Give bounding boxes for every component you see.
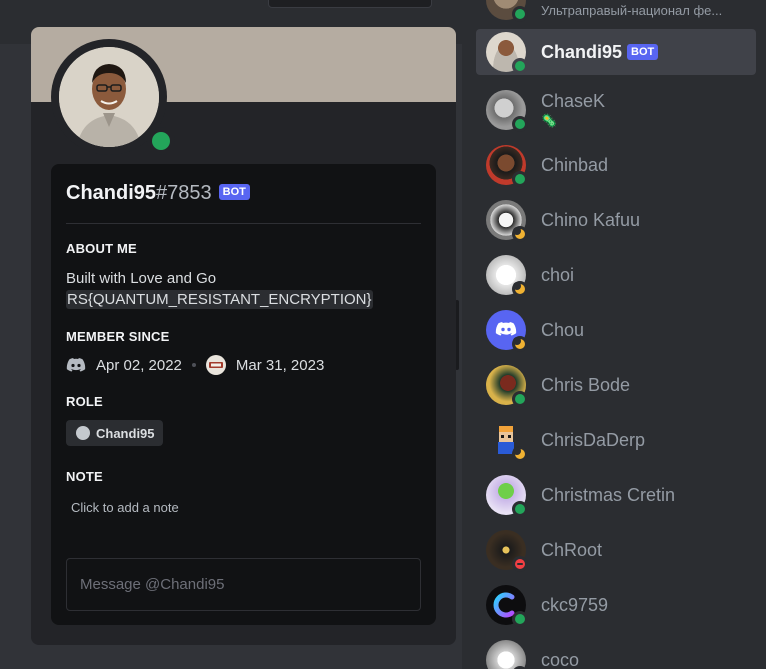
discord-member-since: Apr 02, 2022: [96, 356, 182, 374]
member-item-chandi95[interactable]: Chandi95 BOT: [476, 29, 756, 75]
member-name: coco: [541, 650, 580, 669]
message-input[interactable]: [67, 559, 420, 610]
member-name: ChRoot: [541, 540, 603, 560]
idle-status-icon: [513, 282, 525, 294]
member-item-chasek[interactable]: ChaseK 🦠: [476, 87, 756, 133]
member-avatar: [486, 640, 526, 669]
about-me-line-1: Built with Love and Go: [66, 270, 217, 287]
idle-status-icon: [513, 227, 525, 239]
avatar-portrait-icon: [59, 47, 159, 147]
member-custom-status: Ультраправый-национал фе...: [541, 3, 723, 18]
member-list: Ультраправый-национал фе... Chandi95 BOT …: [462, 0, 766, 669]
member-since-row: Apr 02, 2022 Mar 31, 2023: [66, 355, 324, 375]
role-name: Chandi95: [96, 425, 155, 441]
member-since-heading: MEMBER SINCE: [66, 329, 170, 344]
member-item-chinbad[interactable]: Chinbad: [476, 142, 756, 188]
about-me-heading: ABOUT ME: [66, 241, 137, 256]
dnd-status-icon: [515, 559, 525, 569]
role-heading: ROLE: [66, 394, 103, 409]
member-name: ChrisDaDerp: [541, 430, 646, 450]
online-status-icon: [515, 504, 525, 514]
note-field[interactable]: Click to add a note: [71, 500, 179, 515]
member-item-chris-bode[interactable]: Chris Bode: [476, 362, 756, 408]
search-bar-partial[interactable]: [268, 0, 432, 8]
online-status-icon: [515, 614, 525, 624]
note-heading: NOTE: [66, 469, 103, 484]
member-custom-status-emoji: 🦠: [541, 113, 558, 128]
member-item-chrisdaderp[interactable]: ChrisDaDerp: [476, 417, 756, 463]
server-icon: [205, 355, 226, 375]
online-status-icon: [515, 9, 525, 19]
profile-username[interactable]: Chandi95#7853 BOT: [66, 182, 250, 205]
member-name: Chandi95 BOT: [541, 42, 659, 63]
message-input-box[interactable]: [66, 558, 421, 611]
username-text: Chandi95: [66, 182, 157, 204]
member-status: [512, 556, 528, 572]
online-status-icon: [515, 61, 525, 71]
bot-badge: BOT: [627, 44, 659, 60]
member-status: [512, 226, 528, 242]
member-name-text: Chandi95: [541, 42, 623, 62]
member-item-chou[interactable]: Chou: [476, 307, 756, 353]
idle-status-icon: [513, 337, 525, 349]
role-color-icon: [76, 426, 90, 440]
member-name: Chou: [541, 320, 585, 340]
member-item-ckc9759[interactable]: ckc9759: [476, 582, 756, 628]
role-pill[interactable]: Chandi95: [66, 420, 163, 446]
bot-badge: BOT: [218, 184, 250, 200]
profile-avatar-wrapper[interactable]: [51, 39, 175, 155]
member-status: [512, 116, 528, 132]
profile-avatar: [59, 47, 159, 147]
member-name: Chinbad: [541, 155, 609, 175]
member-name: choi: [541, 265, 575, 285]
profile-body: Chandi95#7853 BOT ABOUT ME Built with Lov…: [51, 164, 436, 625]
server-member-since: Mar 31, 2023: [235, 356, 325, 374]
online-status-icon: [515, 119, 525, 129]
member-status: [512, 336, 528, 352]
online-status-icon: [152, 132, 170, 150]
status-indicator: [147, 127, 175, 155]
member-item-christmas-cretin[interactable]: Christmas Cretin: [476, 472, 756, 518]
member-name: Christmas Cretin: [541, 485, 676, 505]
member-item-chroot[interactable]: ChRoot: [476, 527, 756, 573]
member-item-partial[interactable]: Ультраправый-национал фе...: [476, 0, 756, 23]
divider: [66, 223, 421, 224]
member-item-coco[interactable]: coco: [476, 637, 756, 669]
idle-status-icon: [513, 447, 525, 459]
member-name: ckc9759: [541, 595, 609, 615]
member-status: [512, 281, 528, 297]
member-status: [512, 501, 528, 517]
discriminator: #7853: [156, 182, 212, 204]
inline-code: RS{QUANTUM_RESISTANT_ENCRYPTION}: [66, 290, 373, 309]
member-status: [512, 446, 528, 462]
member-name: Chris Bode: [541, 375, 631, 395]
user-profile-popout: Chandi95#7853 BOT ABOUT ME Built with Lov…: [31, 27, 456, 645]
member-status: [512, 611, 528, 627]
member-status: [512, 171, 528, 187]
member-status: [512, 391, 528, 407]
discord-logo-icon: [66, 358, 86, 372]
about-me-line-2: RS{QUANTUM_RESISTANT_ENCRYPTION}: [66, 290, 373, 309]
member-status: [512, 6, 528, 22]
member-name: ChaseK: [541, 91, 606, 111]
member-item-chino-kafuu[interactable]: Chino Kafuu: [476, 197, 756, 243]
online-status-icon: [515, 394, 525, 404]
member-status: [512, 58, 528, 74]
separator-dot: [191, 363, 196, 367]
member-name: Chino Kafuu: [541, 210, 641, 230]
member-item-choi[interactable]: choi: [476, 252, 756, 298]
online-status-icon: [515, 174, 525, 184]
